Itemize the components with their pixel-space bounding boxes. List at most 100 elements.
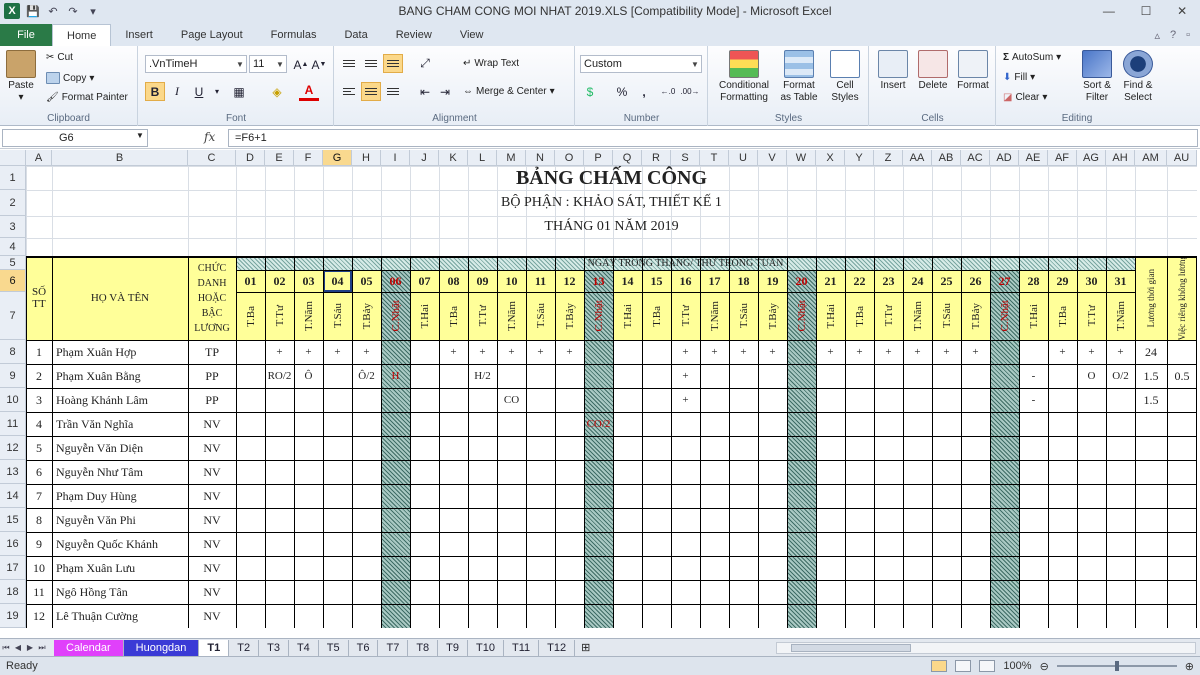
column-header-af[interactable]: AF [1048, 150, 1077, 166]
row-header-5[interactable]: 5 [0, 256, 26, 270]
insert-cells-button[interactable]: Insert [874, 50, 912, 92]
row-header-13[interactable]: 13 [0, 460, 26, 484]
format-as-table-button[interactable]: Format as Table [777, 50, 821, 104]
column-header-o[interactable]: O [555, 150, 584, 166]
column-header-i[interactable]: I [381, 150, 410, 166]
align-middle-icon[interactable] [361, 54, 381, 73]
italic-button[interactable]: I [167, 82, 187, 101]
currency-icon[interactable]: $ [580, 82, 600, 101]
row-header-10[interactable]: 10 [0, 388, 26, 412]
chevron-down-icon[interactable]: ▼ [689, 60, 701, 69]
column-header-s[interactable]: S [671, 150, 700, 166]
align-left-icon[interactable] [339, 82, 359, 101]
conditional-formatting-button[interactable]: Conditional Formatting [713, 50, 775, 104]
attendance-mark[interactable]: + [845, 340, 874, 364]
attendance-mark[interactable]: + [874, 340, 903, 364]
row-header-14[interactable]: 14 [0, 484, 26, 508]
row-header-17[interactable]: 17 [0, 556, 26, 580]
customize-qat-icon[interactable]: ▾ [86, 4, 100, 18]
insert-function-icon[interactable]: fx [204, 130, 215, 144]
attendance-mark[interactable]: + [1106, 340, 1135, 364]
column-header-q[interactable]: Q [613, 150, 642, 166]
format-cells-button[interactable]: Format [954, 50, 992, 92]
attendance-mark[interactable]: + [439, 340, 468, 364]
save-icon[interactable]: 💾 [26, 4, 40, 18]
underline-button[interactable]: U [189, 82, 209, 101]
attendance-mark[interactable]: + [903, 340, 932, 364]
row-header-11[interactable]: 11 [0, 412, 26, 436]
worksheet-grid[interactable]: A B C D E F G H I J K L M N O P Q R S T U V W X Y Z AA AB AC AD AE AF AG… [0, 150, 1200, 638]
column-header-e[interactable]: E [265, 150, 294, 166]
fill-color-icon[interactable]: ◈ [267, 82, 287, 101]
attendance-mark[interactable]: + [671, 364, 700, 388]
name-box[interactable]: G6 [2, 129, 148, 147]
align-top-icon[interactable] [339, 54, 359, 73]
column-header-f[interactable]: F [294, 150, 323, 166]
column-header-t[interactable]: T [700, 150, 729, 166]
tab-review[interactable]: Review [382, 24, 446, 46]
comma-button[interactable]: , [634, 82, 654, 101]
attendance-mark[interactable]: + [497, 340, 526, 364]
sheet-tab-t2[interactable]: T2 [229, 639, 260, 656]
sheet-tab-t11[interactable]: T11 [504, 639, 540, 656]
help-icon[interactable]: ? [1170, 29, 1176, 41]
column-header-c[interactable]: C [188, 150, 236, 166]
row-header-9[interactable]: 9 [0, 364, 26, 388]
sheet-tab-t4[interactable]: T4 [289, 639, 319, 656]
attendance-mark[interactable]: CO/2 [584, 412, 613, 436]
tab-formulas[interactable]: Formulas [257, 24, 331, 46]
attendance-mark[interactable]: + [671, 388, 700, 412]
column-header-x[interactable]: X [816, 150, 845, 166]
close-icon[interactable]: ✕ [1177, 4, 1187, 18]
fill-button[interactable]: ⬇ Fill ▾ [1003, 72, 1035, 83]
chevron-down-icon[interactable]: ▼ [234, 60, 246, 69]
chevron-down-icon[interactable]: ▾ [207, 82, 227, 101]
clear-button[interactable]: ◪ Clear ▾ [1003, 92, 1047, 103]
column-header-z[interactable]: Z [874, 150, 903, 166]
attendance-mark[interactable]: + [352, 340, 381, 364]
merge-center-button[interactable]: ⇔ Merge & Center ▾ [463, 86, 555, 97]
sheet-tab-t12[interactable]: T12 [539, 639, 576, 656]
attendance-mark[interactable]: RO/2 [265, 364, 294, 388]
sheet-tab-t8[interactable]: T8 [408, 639, 439, 656]
column-header-v[interactable]: V [758, 150, 787, 166]
wrap-text-button[interactable]: ↵ Wrap Text [463, 58, 519, 69]
row-header-16[interactable]: 16 [0, 532, 26, 556]
page-break-view-icon[interactable] [979, 660, 996, 672]
row-header-6[interactable]: 6 [0, 270, 26, 292]
attendance-mark[interactable]: Ô/2 [352, 364, 381, 388]
autosum-button[interactable]: Σ AutoSum ▾ [1003, 52, 1061, 63]
increase-decimal-icon[interactable]: ←.0 [658, 82, 678, 101]
row-header-3[interactable]: 3 [0, 216, 26, 238]
column-header-k[interactable]: K [439, 150, 468, 166]
ribbon-collapse-icon[interactable]: ▵ [1154, 29, 1160, 42]
row-header-8[interactable]: 8 [0, 340, 26, 364]
row-header-7[interactable]: 7 [0, 292, 26, 340]
shrink-font-icon[interactable]: A ▼ [309, 55, 329, 74]
attendance-mark[interactable]: + [1048, 340, 1077, 364]
row-header-15[interactable]: 15 [0, 508, 26, 532]
sheet-tab-calendar[interactable]: Calendar [54, 639, 124, 656]
column-header-ag[interactable]: AG [1077, 150, 1106, 166]
column-header-w[interactable]: W [787, 150, 816, 166]
grow-font-icon[interactable]: A ▲ [291, 55, 311, 74]
column-header-ab[interactable]: AB [932, 150, 961, 166]
font-color-icon[interactable]: A [299, 82, 319, 101]
tab-view[interactable]: View [446, 24, 498, 46]
attendance-mark[interactable]: + [555, 340, 584, 364]
column-header-d[interactable]: D [236, 150, 265, 166]
attendance-mark[interactable]: + [265, 340, 294, 364]
attendance-mark[interactable]: + [1077, 340, 1106, 364]
delete-cells-button[interactable]: Delete [914, 50, 952, 92]
column-header-a[interactable]: A [26, 150, 52, 166]
sheet-tab-t5[interactable]: T5 [319, 639, 349, 656]
next-sheet-icon[interactable]: ▶ [24, 643, 36, 652]
tab-home[interactable]: Home [52, 24, 112, 46]
employee-name[interactable]: Trần Văn Nghĩa [52, 412, 188, 436]
percent-button[interactable]: % [612, 82, 632, 101]
copy-button[interactable]: Copy ▾ [46, 72, 94, 84]
employee-name[interactable]: Phạm Xuân Lưu [52, 556, 188, 580]
attendance-mark[interactable]: H/2 [468, 364, 497, 388]
cell-styles-button[interactable]: Cell Styles [825, 50, 865, 104]
row-header-18[interactable]: 18 [0, 580, 26, 604]
